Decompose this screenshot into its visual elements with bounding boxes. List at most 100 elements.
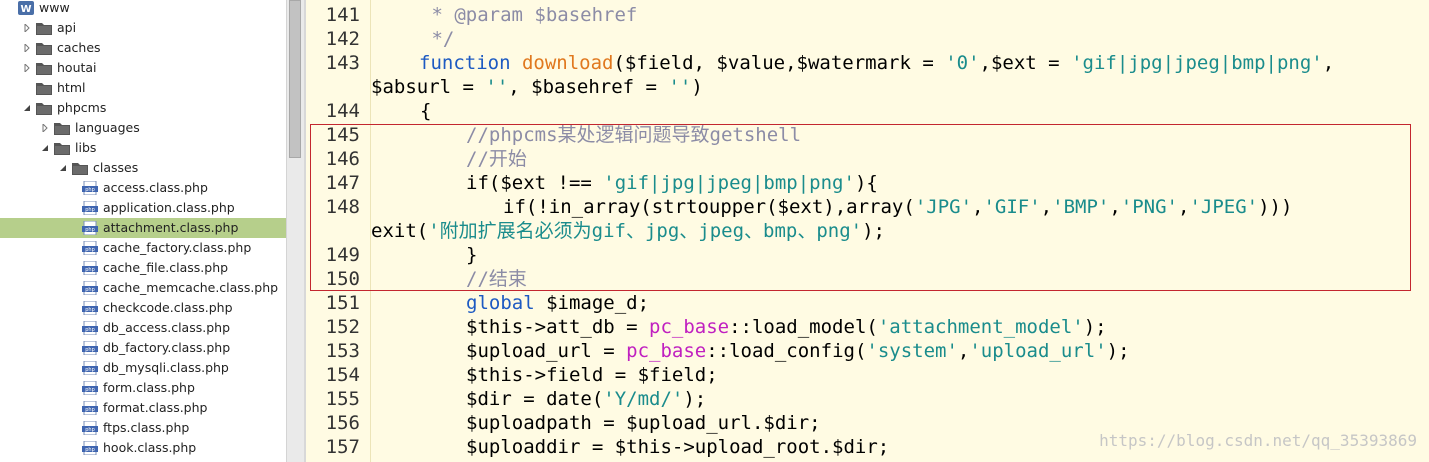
file-tree: W www api caches houtai html phpcms lang… (0, 0, 286, 462)
code-line-143-wrap: $absurl = '', $basehref = '') (371, 75, 703, 99)
tree-item-file[interactable]: php format.class.php (0, 398, 286, 418)
tree-item-file[interactable]: php db_mysqli.class.php (0, 358, 286, 378)
tree-item-label: phpcms (57, 100, 107, 115)
tree-item-label: cache_file.class.php (103, 260, 229, 275)
svg-text:php: php (85, 407, 95, 413)
code-line-141: * @param $basehref (420, 3, 637, 27)
tree-item-label: access.class.php (103, 180, 208, 195)
folder-icon (54, 121, 70, 135)
code-token: $uploaddir = $this->upload_root.$dir; (466, 436, 890, 458)
svg-text:php: php (85, 247, 95, 253)
folder-icon (72, 161, 88, 175)
code-line-144: { (420, 99, 431, 123)
code-token: $upload_url = (466, 340, 627, 362)
tree-item-label: db_access.class.php (103, 320, 231, 335)
scrollbar-thumb[interactable] (289, 0, 301, 158)
chevron-down-icon[interactable] (22, 98, 32, 118)
line-number: 157 (325, 436, 360, 458)
line-number: 141 (325, 4, 360, 26)
chevron-right-icon[interactable] (40, 118, 50, 138)
tree-item-file[interactable]: php ftps.class.php (0, 418, 286, 438)
chevron-down-icon[interactable] (40, 138, 50, 158)
tree-item-label: form.class.php (103, 380, 195, 395)
folder-icon (36, 81, 52, 95)
tree-scrollbar[interactable] (286, 0, 304, 462)
tree-item-www[interactable]: W www (0, 0, 286, 18)
line-number: 154 (325, 364, 360, 386)
code-token: ::load_config( (706, 340, 867, 362)
tree-item-classes[interactable]: classes (0, 158, 286, 178)
code-token: ,$ext = (979, 52, 1072, 74)
svg-text:php: php (85, 427, 95, 433)
tree-item-file[interactable]: php access.class.php (0, 178, 286, 198)
tree-item-languages[interactable]: languages (0, 118, 286, 138)
code-line-143: function download($field, $value,$waterm… (419, 51, 1334, 75)
php-file-icon: php (82, 261, 98, 275)
tree-item-file[interactable]: php db_factory.class.php (0, 338, 286, 358)
code-line-157: $uploaddir = $this->upload_root.$dir; (466, 435, 889, 459)
php-file-icon: php (82, 381, 98, 395)
chevron-right-icon[interactable] (22, 58, 32, 78)
folder-icon (36, 61, 52, 75)
tree-item-phpcms[interactable]: phpcms (0, 98, 286, 118)
code-line-152: $this->att_db = pc_base::load_model('att… (466, 315, 1107, 339)
tree-item-file[interactable]: php checkcode.class.php (0, 298, 286, 318)
svg-text:php: php (85, 267, 95, 273)
tree-item-label: db_factory.class.php (103, 340, 231, 355)
code-token: $this->field = $field; (466, 364, 718, 386)
line-number: 152 (325, 316, 360, 338)
code-token: 'Y/md/' (603, 388, 684, 410)
folder-icon (54, 141, 70, 155)
line-number: 153 (325, 340, 360, 362)
folder-icon (36, 21, 52, 35)
twisty-none (4, 0, 14, 18)
code-line-153: $upload_url = pc_base::load_config('syst… (466, 339, 1130, 363)
chevron-right-icon[interactable] (22, 38, 32, 58)
code-token: ($field, $value,$watermark = (613, 52, 946, 74)
tree-item-api[interactable]: api (0, 18, 286, 38)
code-token: * @param $basehref (420, 4, 638, 26)
code-token: ) (691, 76, 703, 98)
tree-item-caches[interactable]: caches (0, 38, 286, 58)
tree-item-file[interactable]: php hook.class.php (0, 438, 286, 458)
code-line-151: global $image_d; (466, 291, 649, 315)
tree-item-label: hook.class.php (103, 440, 197, 455)
line-number: 143 (325, 52, 360, 74)
tree-item-file[interactable]: php form.class.php (0, 378, 286, 398)
tree-item-label: cache_memcache.class.php (103, 280, 279, 295)
code-token: , (1322, 52, 1335, 74)
code-line-155: $dir = date('Y/md/'); (466, 387, 706, 411)
code-token: '0' (945, 52, 980, 74)
tree-item-file[interactable]: php db_access.class.php (0, 318, 286, 338)
tree-item-file[interactable]: php application.class.php (0, 198, 286, 218)
chevron-down-icon[interactable] (58, 158, 68, 178)
svg-text:php: php (85, 367, 95, 373)
tree-item-houtai[interactable]: houtai (0, 58, 286, 78)
tree-item-file[interactable]: php cache_memcache.class.php (0, 278, 286, 298)
tree-item-file[interactable]: php cache_factory.class.php (0, 238, 286, 258)
code-token: $image_d; (534, 292, 650, 314)
tree-item-label: cache_factory.class.php (103, 240, 252, 255)
tree-item-file[interactable]: php cache_file.class.php (0, 258, 286, 278)
code-token: ); (1106, 340, 1130, 362)
svg-text:php: php (85, 187, 95, 193)
code-line-142: */ (420, 27, 454, 51)
code-token: ); (1083, 316, 1107, 338)
tree-item-label: html (57, 80, 86, 95)
svg-text:php: php (85, 447, 95, 453)
tree-item-label: checkcode.class.php (103, 300, 233, 315)
code-token: , (957, 340, 970, 362)
code-token: */ (420, 28, 455, 50)
tree-item-html[interactable]: html (0, 78, 286, 98)
tree-item-file-selected[interactable]: php attachment.class.php (0, 218, 286, 238)
line-number: 151 (325, 292, 360, 314)
code-token: pc_base (626, 340, 707, 362)
line-number: 156 (325, 412, 360, 434)
tree-item-label: application.class.php (103, 200, 235, 215)
tree-item-label: languages (75, 120, 140, 135)
php-file-icon: php (82, 421, 98, 435)
code-line-154: $this->field = $field; (466, 363, 718, 387)
chevron-right-icon[interactable] (22, 18, 32, 38)
tree-item-libs[interactable]: libs (0, 138, 286, 158)
